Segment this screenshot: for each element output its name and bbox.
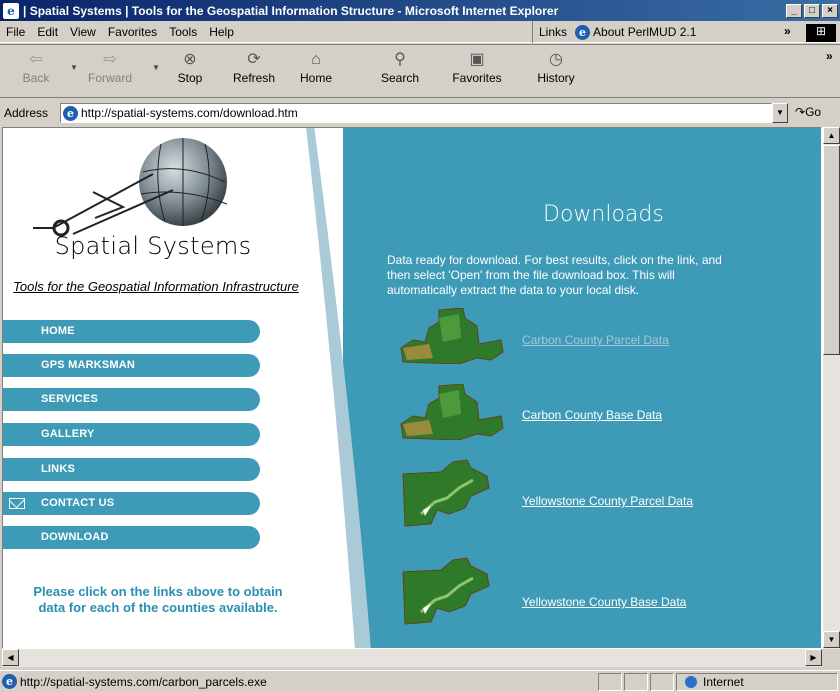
forward-dropdown-icon[interactable]: ▼: [152, 63, 160, 72]
stop-button[interactable]: ⊗ Stop: [165, 49, 215, 85]
site-tagline[interactable]: Tools for the Geospatial Information Inf…: [11, 278, 301, 295]
scroll-up-button[interactable]: ▲: [823, 127, 840, 144]
search-button[interactable]: ⚲ Search: [372, 49, 428, 85]
status-zone: Internet: [676, 673, 838, 691]
go-label: Go: [805, 105, 822, 119]
browser-window: e | Spatial Systems | Tools for the Geos…: [0, 0, 840, 692]
address-dropdown-button[interactable]: ▼: [772, 103, 788, 123]
refresh-icon: ⟳: [247, 51, 261, 68]
links-label: Links: [539, 25, 568, 39]
history-icon: ◷: [549, 51, 563, 68]
nav-gps-marksman[interactable]: GPS MARKSMAN: [3, 354, 260, 377]
title-bar: e | Spatial Systems | Tools for the Geos…: [0, 0, 840, 21]
forward-arrow-icon: ⇨: [103, 51, 117, 68]
refresh-button[interactable]: ⟳ Refresh: [225, 49, 283, 85]
home-button[interactable]: ⌂ Home: [290, 49, 342, 85]
address-label: Address: [4, 106, 49, 120]
menu-tools[interactable]: Tools: [163, 25, 203, 39]
download-link-carbon-parcel[interactable]: Carbon County Parcel Data: [522, 333, 669, 347]
ie-logo-icon: e: [3, 2, 19, 19]
page-viewport: Spatial Systems Tools for the Geospatial…: [2, 127, 822, 649]
refresh-label: Refresh: [232, 71, 276, 85]
windows-logo-icon: ⊞: [806, 24, 836, 42]
stop-label: Stop: [177, 71, 203, 85]
back-button[interactable]: ⇦ Back: [16, 49, 56, 85]
instruction-note: Please click on the links above to obtai…: [33, 584, 283, 615]
status-page-icon: e: [2, 674, 17, 689]
ie-page-icon: e: [575, 24, 591, 40]
scroll-thumb[interactable]: [823, 145, 840, 355]
toolbar: ⇦ Back ▼ ⇨ Forward ▼ ⊗ Stop ⟳ Refresh ⌂ Home …: [0, 44, 840, 98]
menu-bar: File Edit View Favorites Tools Help: [0, 21, 840, 43]
back-label: Back: [22, 71, 50, 85]
favorites-button[interactable]: ▣ Favorites: [444, 49, 510, 85]
nav-services[interactable]: SERVICES: [3, 388, 260, 411]
carbon-county-map-1: [400, 308, 504, 364]
nav-gallery[interactable]: GALLERY: [3, 423, 260, 446]
vertical-scrollbar[interactable]: ▲ ▼: [822, 127, 840, 649]
intro-text: Data ready for download. For best result…: [387, 253, 722, 297]
yellowstone-county-map-1: [402, 459, 490, 527]
search-icon: ⚲: [394, 51, 406, 68]
history-label: History: [537, 71, 575, 85]
address-bar: Address e http://spatial-systems.com/dow…: [0, 101, 840, 125]
horizontal-scrollbar[interactable]: ◀ ▶: [2, 649, 822, 667]
menu-edit[interactable]: Edit: [31, 25, 64, 39]
forward-label: Forward: [87, 71, 132, 85]
status-text: http://spatial-systems.com/carbon_parcel…: [20, 674, 267, 689]
scroll-down-button[interactable]: ▼: [823, 631, 840, 648]
search-label: Search: [380, 71, 420, 85]
nav-download[interactable]: DOWNLOAD: [3, 526, 260, 549]
toolbar-chevron-icon[interactable]: »: [826, 49, 833, 63]
menu-help[interactable]: Help: [203, 25, 240, 39]
status-bar: e http://spatial-systems.com/carbon_parc…: [0, 670, 840, 692]
menu-view[interactable]: View: [64, 25, 102, 39]
favorites-label: Favorites: [452, 71, 502, 85]
status-pane-3: [650, 673, 674, 691]
address-url: http://spatial-systems.com/download.htm: [81, 106, 298, 120]
links-item-label: About PerlMUD 2.1: [593, 25, 697, 39]
nav-home[interactable]: HOME: [3, 320, 260, 343]
home-icon: ⌂: [311, 51, 321, 68]
nav-contact-us[interactable]: CONTACT US: [3, 492, 260, 515]
globe-icon: [685, 676, 697, 688]
maximize-button[interactable]: □: [804, 3, 820, 18]
page-heading: Downloads: [543, 202, 664, 227]
nav-links[interactable]: LINKS: [3, 458, 260, 481]
history-button[interactable]: ◷ History: [528, 49, 584, 85]
links-bar: Links e About PerlMUD 2.1: [532, 21, 696, 43]
download-link-yellowstone-parcel[interactable]: Yellowstone County Parcel Data: [522, 494, 693, 508]
go-arrow-icon: ↷: [795, 105, 806, 119]
page-icon: e: [63, 105, 78, 121]
download-link-carbon-base[interactable]: Carbon County Base Data: [522, 408, 662, 422]
site-brand: Spatial Systems: [54, 232, 252, 260]
status-pane-2: [624, 673, 648, 691]
go-button[interactable]: ↷ Go: [795, 105, 821, 119]
window-title: | Spatial Systems | Tools for the Geospa…: [23, 3, 559, 18]
compass-globe-logo: [33, 138, 228, 237]
address-input[interactable]: e http://spatial-systems.com/download.ht…: [60, 103, 772, 123]
forward-button[interactable]: ⇨ Forward: [86, 49, 134, 85]
zone-label: Internet: [703, 675, 744, 689]
yellowstone-county-map-2: [402, 557, 490, 625]
links-item[interactable]: e About PerlMUD 2.1: [575, 24, 697, 40]
menu-favorites[interactable]: Favorites: [102, 25, 163, 39]
download-link-yellowstone-base[interactable]: Yellowstone County Base Data: [522, 595, 686, 609]
menu-file[interactable]: File: [0, 25, 31, 39]
carbon-county-map-2: [400, 384, 504, 440]
nav-contact-us-label: CONTACT US: [41, 497, 115, 509]
close-button[interactable]: ×: [822, 3, 838, 18]
back-dropdown-icon[interactable]: ▼: [70, 63, 78, 72]
scroll-right-button[interactable]: ▶: [805, 649, 822, 666]
chevron-right-icon[interactable]: »: [784, 24, 791, 38]
envelope-icon: [9, 498, 25, 509]
minimize-button[interactable]: _: [786, 3, 802, 18]
scroll-left-button[interactable]: ◀: [2, 649, 19, 666]
home-label: Home: [299, 71, 332, 85]
status-pane-1: [598, 673, 622, 691]
stop-icon: ⊗: [183, 51, 197, 68]
back-arrow-icon: ⇦: [29, 51, 43, 68]
favorites-icon: ▣: [469, 51, 485, 68]
